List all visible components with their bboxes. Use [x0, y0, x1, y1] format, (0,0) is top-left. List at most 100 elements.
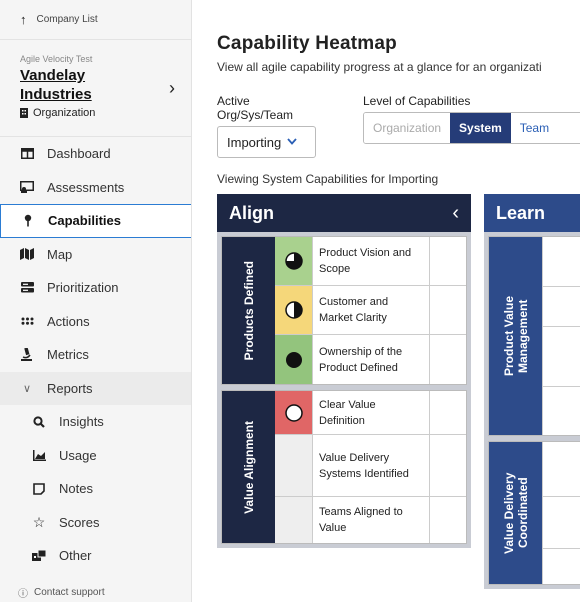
- capability-row[interactable]: Customer and Market Clarity: [275, 286, 466, 335]
- extra-cell: [430, 286, 466, 334]
- building-icon: [20, 108, 28, 118]
- group-label: Product Value Management: [489, 237, 542, 435]
- align-body: Products Defined Product Vision and Scop…: [217, 232, 471, 548]
- capability-row[interactable]: [543, 387, 580, 435]
- microscope-icon: [18, 348, 36, 362]
- nav-item-scores[interactable]: ☆ Scores: [0, 506, 191, 540]
- org-name[interactable]: Vandelay Industries: [20, 66, 140, 104]
- nav-item-actions[interactable]: Actions: [0, 305, 191, 339]
- active-selector[interactable]: Importing: [217, 126, 316, 158]
- nav-item-dashboard[interactable]: Dashboard: [0, 137, 191, 171]
- progress-half-icon: [284, 301, 303, 319]
- group-value-alignment: Value Alignment Clear Value Definition V…: [221, 390, 467, 544]
- learn-header: Learn: [484, 194, 580, 232]
- group-label-text: Value Alignment: [241, 420, 256, 514]
- capability-row[interactable]: [543, 549, 580, 584]
- nav-item-usage[interactable]: Usage: [0, 439, 191, 473]
- nav-item-reports[interactable]: ∨ Reports: [0, 371, 191, 405]
- capability-row[interactable]: Teams Aligned to Value: [275, 497, 466, 543]
- org-subtitle: Agile Velocity Test: [20, 54, 93, 64]
- chevron-right-icon[interactable]: ›: [169, 78, 175, 99]
- capability-row[interactable]: [543, 237, 580, 287]
- star-icon: ☆: [32, 513, 46, 530]
- progress-three-quarter-icon: [284, 252, 303, 270]
- nav-item-assessments[interactable]: Assessments: [0, 171, 191, 205]
- nav-item-map[interactable]: Map: [0, 238, 191, 272]
- capability-rows: [542, 442, 580, 584]
- level-organization-button[interactable]: Organization: [364, 113, 451, 143]
- group-label: Value Alignment: [222, 391, 275, 543]
- pin-icon: [19, 214, 37, 227]
- page-description: View all agile capability progress at a …: [217, 60, 542, 74]
- org-selector[interactable]: Agile Velocity Test Vandelay Industries …: [0, 40, 191, 137]
- group-label: Products Defined: [222, 237, 275, 384]
- nav-item-metrics[interactable]: Metrics: [0, 338, 191, 372]
- search-icon: [30, 416, 48, 428]
- level-team-button[interactable]: Team: [510, 113, 559, 143]
- collapse-left-icon[interactable]: ‹: [452, 202, 459, 225]
- active-selector-group: Active Org/Sys/Team Importing: [217, 94, 316, 158]
- active-selector-value: Importing: [227, 134, 282, 150]
- level-system-button[interactable]: System: [450, 113, 511, 143]
- capability-row[interactable]: [543, 287, 580, 327]
- learn-panel: Learn Product Value Management Value Del…: [484, 194, 580, 589]
- progress-empty-icon: [284, 403, 303, 422]
- capability-rows: [542, 237, 580, 435]
- contact-support-link[interactable]: ⓘ Contact support: [0, 582, 192, 602]
- capability-row[interactable]: Product Vision and Scope: [275, 237, 466, 286]
- org-type-label: Organization: [33, 107, 96, 119]
- nav-item-capabilities[interactable]: Capabilities: [0, 204, 191, 238]
- other-icon: [30, 550, 48, 562]
- level-segmented-control: Organization System Team: [363, 112, 580, 144]
- capability-row[interactable]: Value Delivery Systems Identified: [275, 435, 466, 497]
- group-label-text: Value Delivery Coordinated: [501, 472, 530, 554]
- sidebar: ↑ Company List Agile Velocity Test Vande…: [0, 0, 192, 602]
- capability-name: Clear Value Definition: [312, 391, 430, 434]
- level-selector-label: Level of Capabilities: [363, 94, 471, 108]
- capability-row[interactable]: Ownership of the Product Defined: [275, 335, 466, 384]
- nav-item-notes[interactable]: Notes: [0, 472, 191, 506]
- score-cell: [275, 237, 312, 285]
- learn-body: Product Value Management Value Delivery …: [484, 232, 580, 589]
- progress-full-icon: [285, 351, 302, 368]
- capability-row[interactable]: [543, 442, 580, 497]
- note-icon: [30, 482, 48, 495]
- page-title: Capability Heatmap: [217, 33, 397, 54]
- nav-label: Insights: [59, 414, 104, 430]
- nav-label: Dashboard: [47, 146, 111, 162]
- score-cell: [275, 497, 312, 543]
- nav-label: Map: [47, 246, 73, 262]
- chevron-down-icon: ∨: [22, 382, 32, 395]
- actions-icon: [18, 317, 36, 326]
- extra-cell: [430, 391, 466, 434]
- prioritization-icon: [18, 282, 36, 293]
- learn-title: Learn: [496, 202, 546, 223]
- nav-item-prioritization[interactable]: Prioritization: [0, 271, 191, 305]
- capability-name: Ownership of the Product Defined: [312, 335, 430, 384]
- score-cell: [275, 391, 312, 434]
- capability-name: Customer and Market Clarity: [312, 286, 430, 334]
- capability-row[interactable]: [543, 497, 580, 549]
- map-icon: [18, 248, 36, 261]
- nav-label: Assessments: [47, 179, 125, 195]
- group-label-text: Products Defined: [241, 260, 256, 361]
- align-panel: Align ‹ Products Defined Product Vision …: [217, 194, 471, 548]
- extra-cell: [430, 497, 466, 543]
- nav-item-other[interactable]: Other: [0, 539, 191, 573]
- level-selector-group: Level of Capabilities Organization Syste…: [363, 94, 580, 158]
- nav-item-insights[interactable]: Insights: [0, 405, 191, 439]
- capability-name: Product Vision and Scope: [312, 237, 430, 285]
- score-cell: [275, 435, 312, 496]
- score-cell: [275, 335, 312, 384]
- nav-label: Notes: [59, 481, 93, 497]
- nav-label: Usage: [59, 447, 97, 463]
- group-value-delivery-coordinated: Value Delivery Coordinated: [488, 441, 580, 585]
- dashboard-icon: [18, 148, 36, 160]
- capability-row[interactable]: [543, 327, 580, 387]
- capability-row[interactable]: Clear Value Definition: [275, 391, 466, 435]
- nav-label: Other: [59, 548, 92, 564]
- active-selector-label: Active Org/Sys/Team: [217, 94, 294, 122]
- group-products-defined: Products Defined Product Vision and Scop…: [221, 236, 467, 385]
- filter-controls: Active Org/Sys/Team Importing Level of C…: [217, 94, 580, 158]
- company-list-link[interactable]: ↑ Company List: [0, 0, 191, 40]
